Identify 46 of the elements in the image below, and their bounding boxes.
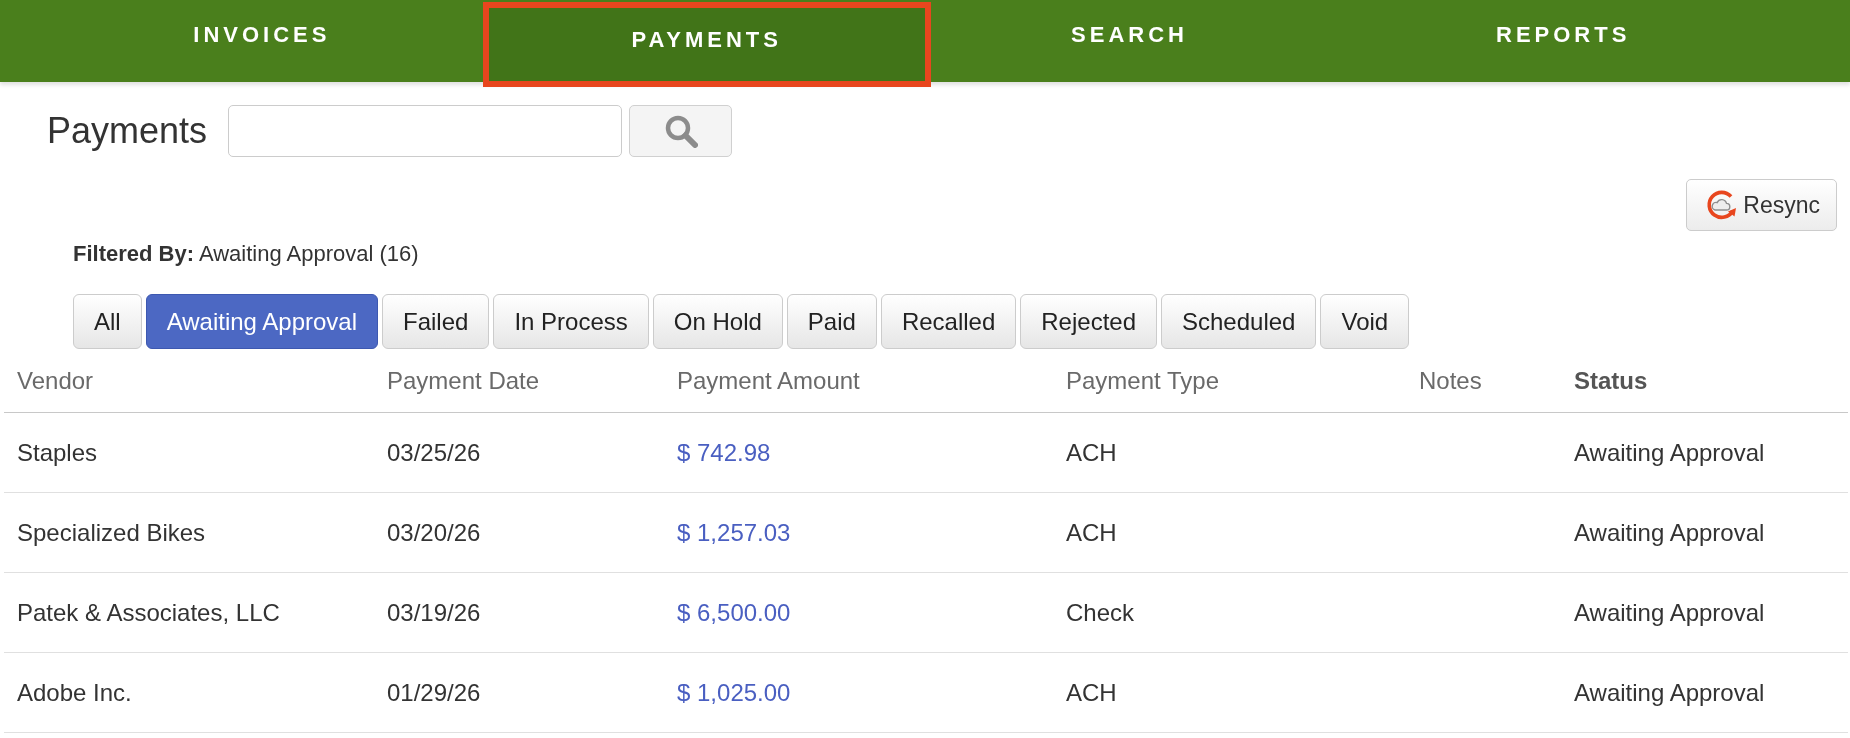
table-cell: 03/25/26: [387, 438, 481, 467]
filter-summary: Filtered By: Awaiting Approval (16): [73, 241, 420, 267]
filter-tab[interactable]: All: [73, 294, 142, 349]
refresh-cloud-icon: [1705, 189, 1738, 221]
search-field[interactable]: [228, 105, 622, 157]
filter-tab[interactable]: Recalled: [880, 294, 1017, 349]
column-header[interactable]: Vendor: [17, 366, 94, 395]
table-cell: ACH: [1066, 678, 1117, 707]
table-cell: ACH: [1066, 438, 1117, 467]
column-header[interactable]: Payment Amount: [677, 366, 860, 395]
column-header[interactable]: Payment Type: [1066, 366, 1219, 395]
table-cell: Awaiting Approval: [1574, 518, 1765, 547]
table-cell: Specialized Bikes: [17, 518, 206, 547]
table-cell: Adobe Inc.: [17, 678, 132, 707]
nav-tab[interactable]: PAYMENTS: [482, 2, 931, 87]
nav-tab[interactable]: INVOICES: [45, 0, 479, 82]
filter-tab[interactable]: Void: [1320, 294, 1410, 349]
column-header[interactable]: Notes: [1419, 366, 1482, 395]
amount-link[interactable]: $ 1,257.03: [677, 518, 791, 547]
amount-link[interactable]: $ 1,025.00: [677, 678, 791, 707]
table-cell: 03/20/26: [387, 518, 481, 547]
page-title: Payments: [47, 110, 209, 152]
filter-tab[interactable]: Rejected: [1020, 294, 1157, 349]
table-cell: Awaiting Approval: [1574, 678, 1765, 707]
amount-link[interactable]: $ 6,500.00: [677, 598, 791, 627]
table-cell: 03/19/26: [387, 598, 481, 627]
nav-tab[interactable]: REPORTS: [1346, 0, 1780, 82]
filter-tab[interactable]: Paid: [786, 294, 877, 349]
amount-link[interactable]: $ 742.98: [677, 438, 771, 467]
table-cell: ACH: [1066, 518, 1117, 547]
column-header[interactable]: Payment Date: [387, 366, 540, 395]
filter-tab[interactable]: On Hold: [652, 294, 783, 349]
resync-button[interactable]: Resync: [1686, 179, 1837, 231]
table-cell: Staples: [17, 438, 98, 467]
table-cell: Awaiting Approval: [1574, 438, 1765, 467]
table-cell: Check: [1066, 598, 1135, 627]
table-cell: Awaiting Approval: [1574, 598, 1765, 627]
filter-tab[interactable]: Scheduled: [1161, 294, 1317, 349]
table-cell: Patek & Associates, LLC: [17, 598, 280, 627]
filter-tab[interactable]: In Process: [493, 294, 649, 349]
filter-tab[interactable]: Failed: [382, 294, 490, 349]
table-cell: 01/29/26: [387, 678, 481, 707]
column-header[interactable]: Status: [1574, 366, 1648, 395]
search-button[interactable]: [629, 105, 732, 157]
search-icon: [663, 114, 698, 148]
filter-tab[interactable]: Awaiting Approval: [145, 294, 379, 349]
